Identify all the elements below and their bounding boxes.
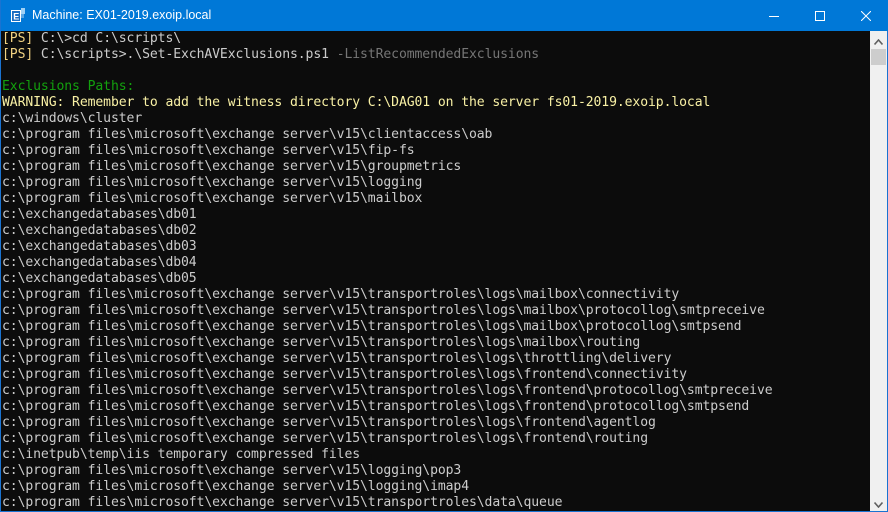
console-margin (862, 31, 870, 511)
command-parameter: -ListRecommendedExclusions (336, 47, 540, 62)
exclusion-path-line: c:\program files\microsoft\exchange serv… (2, 159, 462, 174)
exclusion-path-line: c:\program files\microsoft\exchange serv… (2, 191, 423, 206)
exclusion-path-line: c:\exchangedatabases\db05 (2, 271, 197, 286)
ps-prompt: [PS] (2, 47, 34, 62)
exclusion-path-line: c:\program files\microsoft\exchange serv… (2, 335, 641, 350)
console-window: E Machine: EX01-2019.exoip.local [PS] C:… (0, 0, 888, 512)
scroll-down-button[interactable] (870, 494, 887, 511)
exclusion-path-line: c:\program files\microsoft\exchange serv… (2, 175, 423, 190)
console-output[interactable]: [PS] C:\>cd C:\scripts\ [PS] C:\scripts>… (2, 31, 862, 511)
maximize-button[interactable] (797, 0, 843, 31)
scrollbar-thumb[interactable] (871, 49, 886, 65)
exclusion-path-line: c:\exchangedatabases\db04 (2, 255, 197, 270)
exclusion-path-line: c:\exchangedatabases\db01 (2, 207, 197, 222)
exclusion-path-line: c:\program files\microsoft\exchange serv… (2, 303, 765, 318)
close-icon (860, 6, 872, 25)
svg-text:E: E (13, 12, 19, 22)
exclusion-path-line: c:\program files\microsoft\exchange serv… (2, 351, 672, 366)
minimize-icon (769, 6, 779, 25)
vertical-scrollbar[interactable] (870, 31, 887, 511)
exclusion-path-line: c:\program files\microsoft\exchange serv… (2, 495, 563, 510)
command-text: C:\>cd C:\scripts\ (33, 31, 182, 46)
warning-line: WARNING: Remember to add the witness dir… (2, 95, 711, 110)
exclusion-path-line: c:\program files\microsoft\exchange serv… (2, 127, 493, 142)
exclusion-path-line: c:\program files\microsoft\exchange serv… (2, 367, 687, 382)
exclusion-path-line: c:\program files\microsoft\exchange serv… (2, 143, 415, 158)
command-line: [PS] C:\scripts>.\Set-ExchAVExclusions.p… (2, 47, 862, 63)
exclusion-path-line: c:\program files\microsoft\exchange serv… (2, 399, 750, 414)
exclusion-path-line: c:\program files\microsoft\exchange serv… (2, 479, 469, 494)
maximize-icon (815, 6, 825, 25)
close-button[interactable] (843, 0, 888, 31)
minimize-button[interactable] (751, 0, 797, 31)
exclusion-path-line: c:\exchangedatabases\db02 (2, 223, 197, 238)
exclusion-path-line: c:\program files\microsoft\exchange serv… (2, 431, 648, 446)
window-title: Machine: EX01-2019.exoip.local (32, 8, 212, 22)
title-bar[interactable]: E Machine: EX01-2019.exoip.local (1, 0, 888, 31)
chevron-down-icon (873, 493, 884, 512)
exclusion-path-line: c:\program files\microsoft\exchange serv… (2, 383, 773, 398)
section-header: Exclusions Paths: (2, 79, 135, 94)
exclusion-path-line: c:\inetpub\temp\iis temporary compressed… (2, 447, 361, 462)
exclusion-path-line: c:\windows\cluster (2, 111, 143, 126)
exclusion-path-line: c:\program files\microsoft\exchange serv… (2, 319, 742, 334)
exclusion-path-line: c:\program files\microsoft\exchange serv… (2, 287, 680, 302)
command-line: [PS] C:\>cd C:\scripts\ (2, 31, 862, 47)
ps-prompt: [PS] (2, 31, 34, 46)
exclusion-path-line: c:\program files\microsoft\exchange serv… (2, 415, 656, 430)
exclusion-path-line: c:\exchangedatabases\db03 (2, 239, 197, 254)
exclusion-path-line: c:\program files\microsoft\exchange serv… (2, 463, 462, 478)
exclusion-path-list: c:\windows\cluster c:\program files\micro… (2, 111, 862, 511)
chevron-up-icon (873, 30, 884, 49)
command-text: C:\scripts>.\Set-ExchAVExclusions.ps1 (33, 47, 337, 62)
scroll-up-button[interactable] (870, 31, 887, 48)
exchange-management-shell-icon: E (11, 8, 25, 24)
